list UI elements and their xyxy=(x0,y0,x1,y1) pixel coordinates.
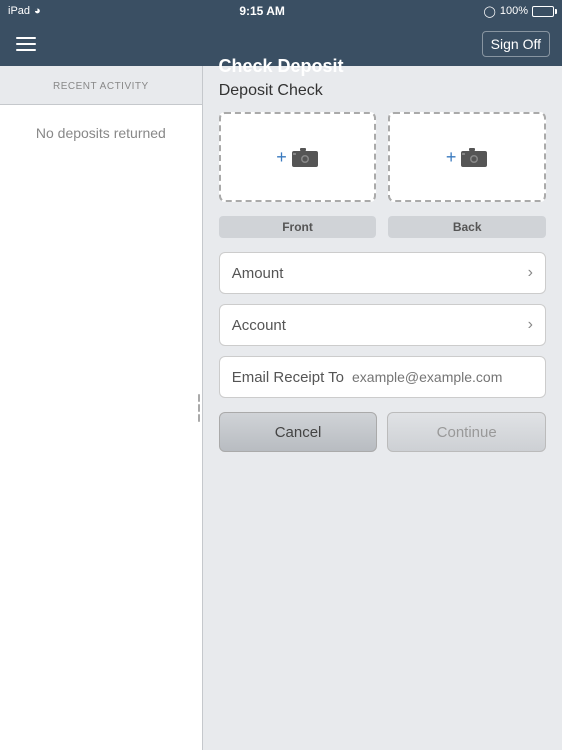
photo-label-row: Front Back xyxy=(219,216,546,238)
email-input[interactable] xyxy=(352,369,533,385)
amount-field[interactable]: Amount › xyxy=(219,252,546,294)
no-deposits-area: No deposits returned xyxy=(0,105,202,750)
photo-row: + + xyxy=(219,112,546,202)
cancel-button[interactable]: Cancel xyxy=(219,412,378,452)
back-plus-icon: + xyxy=(446,147,457,168)
wifi-icon: ◕ xyxy=(34,5,41,17)
scroll-indicator xyxy=(196,378,202,438)
page-title: Check Deposit xyxy=(218,44,343,88)
nav-bar: Check Deposit Sign Off xyxy=(0,22,562,66)
amount-label: Amount xyxy=(232,265,284,282)
no-deposits-text: No deposits returned xyxy=(36,125,166,141)
back-camera-icon xyxy=(460,146,488,168)
front-camera-icon xyxy=(291,146,319,168)
status-right: ◯ 100% xyxy=(484,5,554,18)
back-photo-button[interactable]: + xyxy=(388,112,546,202)
status-time: 9:15 AM xyxy=(239,4,285,18)
status-left: iPad ◕ xyxy=(8,5,41,17)
recent-activity-header: RECENT ACTIVITY xyxy=(0,66,202,105)
battery-icon xyxy=(532,6,554,17)
left-panel: RECENT ACTIVITY No deposits returned xyxy=(0,66,203,750)
account-label: Account xyxy=(232,317,286,334)
recent-activity-label: RECENT ACTIVITY xyxy=(53,81,149,92)
menu-button[interactable] xyxy=(12,33,40,55)
amount-chevron-icon: › xyxy=(528,264,533,282)
back-label: Back xyxy=(388,216,546,238)
account-chevron-icon: › xyxy=(528,316,533,334)
sign-off-button[interactable]: Sign Off xyxy=(482,31,550,57)
action-row: Cancel Continue xyxy=(219,412,546,452)
email-receipt-field: Email Receipt To xyxy=(219,356,546,398)
front-photo-button[interactable]: + xyxy=(219,112,377,202)
location-icon: ◯ xyxy=(484,5,496,18)
main-layout: RECENT ACTIVITY No deposits returned Dep… xyxy=(0,66,562,750)
device-label: iPad xyxy=(8,5,30,17)
account-field[interactable]: Account › xyxy=(219,304,546,346)
continue-button[interactable]: Continue xyxy=(387,412,546,452)
battery-percent: 100% xyxy=(500,5,528,17)
right-panel: Deposit Check + + xyxy=(203,66,562,750)
email-receipt-label: Email Receipt To xyxy=(232,369,344,386)
front-plus-icon: + xyxy=(276,147,287,168)
status-bar: iPad ◕ 9:15 AM ◯ 100% xyxy=(0,0,562,22)
front-label: Front xyxy=(219,216,377,238)
